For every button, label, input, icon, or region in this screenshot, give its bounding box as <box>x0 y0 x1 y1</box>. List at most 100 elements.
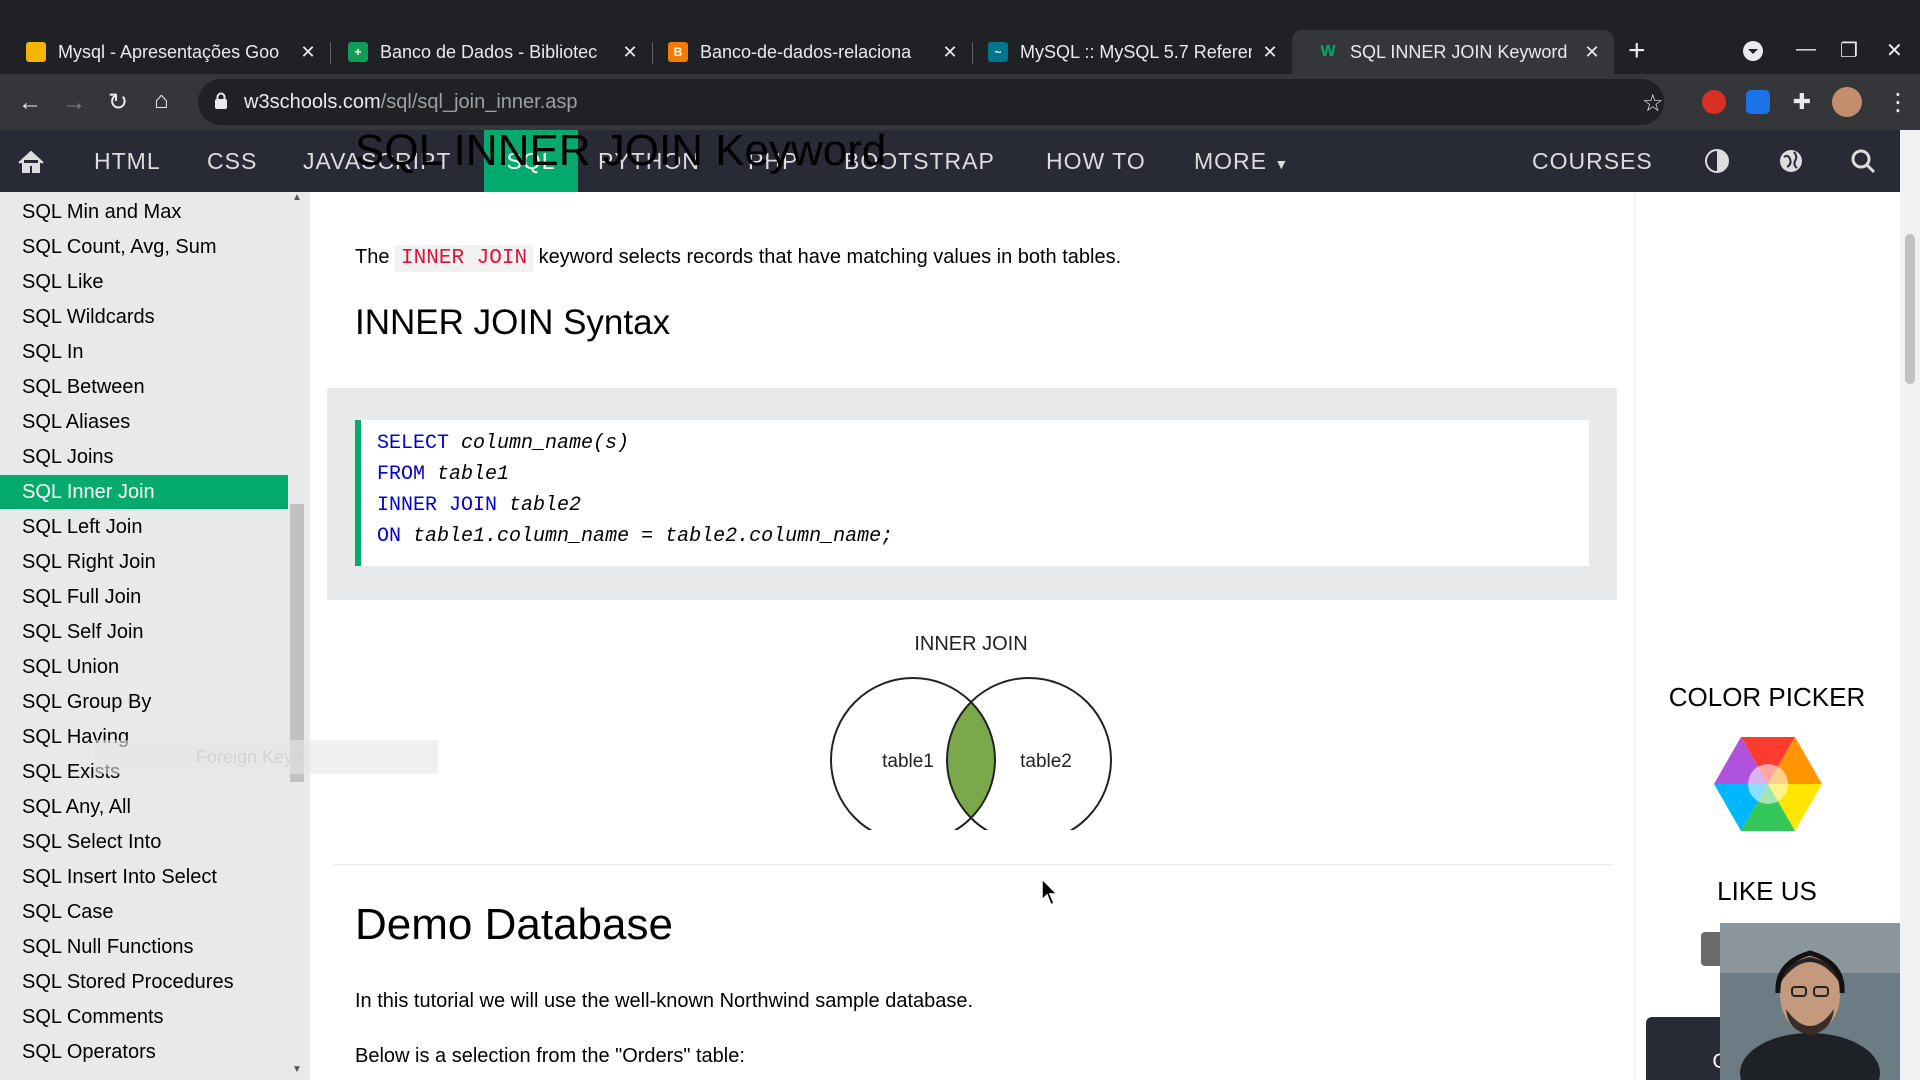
code-value: table1 <box>437 463 510 486</box>
sidebar-item[interactable]: SQL Case <box>0 895 288 929</box>
demo-database-heading: Demo Database <box>355 900 673 949</box>
blogger-favicon-icon: B <box>668 42 688 62</box>
divider <box>333 864 1613 865</box>
sidebar-item[interactable]: SQL Any, All <box>0 790 288 824</box>
puzzle-extensions-icon[interactable]: ✚ <box>1790 90 1814 114</box>
sidebar-item[interactable]: SQL Insert Into Select <box>0 860 288 894</box>
tab-3[interactable]: ~ MySQL :: MySQL 5.7 Referenc ✕ <box>962 30 1292 74</box>
color-picker-hexagon-icon[interactable] <box>1714 734 1822 834</box>
sidebar-item[interactable]: SQL Min and Max <box>0 195 288 229</box>
url-host: w3schools.com <box>244 91 381 113</box>
sidebar-item[interactable]: SQL Full Join <box>0 580 288 614</box>
web-page: HTML CSS JAVASCRIPT SQL PYTHON PHP BOOTS… <box>0 130 1920 1080</box>
tab-title: Mysql - Apresentações Goo <box>58 41 280 62</box>
url-path: /sql/sql_join_inner.asp <box>380 91 578 113</box>
inner-join-venn-diagram: INNER JOIN table1 table2 <box>830 633 1112 830</box>
webcam-overlay <box>1720 923 1900 1080</box>
sidebar-item[interactable]: SQL Between <box>0 370 288 404</box>
sidebar-item[interactable]: SQL Self Join <box>0 615 288 649</box>
syntax-heading: INNER JOIN Syntax <box>355 303 671 342</box>
reload-icon[interactable]: ↻ <box>108 90 128 116</box>
sidebar-item[interactable]: SQL Right Join <box>0 545 288 579</box>
sidebar-item[interactable]: SQL Wildcards <box>0 300 288 334</box>
slides-favicon-icon <box>26 42 46 62</box>
mysql-favicon-icon: ~ <box>988 42 1008 62</box>
sidebar-item[interactable]: SQL Group By <box>0 685 288 719</box>
sidebar-up-arrow-icon[interactable]: ▲ <box>292 192 302 203</box>
orders-paragraph: Below is a selection from the "Orders" t… <box>355 1045 745 1067</box>
close-icon[interactable]: ✕ <box>300 42 316 63</box>
demo-paragraph: In this tutorial we will use the well-kn… <box>355 990 974 1012</box>
bookmark-star-icon[interactable]: ☆ <box>1642 89 1664 118</box>
code-value: table1.column_name = table2.column_name; <box>413 525 894 548</box>
tab-title: Banco-de-dados-relaciona <box>700 41 912 62</box>
code-keyword: FROM <box>377 463 426 486</box>
code-line: ON table1.column_name = table2.column_na… <box>377 525 893 548</box>
code-keyword: ON <box>377 525 402 548</box>
inner-join-keyword: INNER JOIN <box>395 245 534 272</box>
home-icon[interactable]: ⌂ <box>154 88 169 114</box>
tab-active[interactable]: W SQL INNER JOIN Keyword ✕ <box>1292 30 1614 74</box>
sidebar-item[interactable]: SQL Joins <box>0 440 288 474</box>
person-webcam-image <box>1720 923 1900 1080</box>
tab-title: SQL INNER JOIN Keyword <box>1350 41 1568 62</box>
page-scrollbar-thumb[interactable] <box>1905 234 1915 384</box>
sidebar-item[interactable]: SQL Stored Procedures <box>0 965 288 999</box>
sidebar-item[interactable]: SQL Aliases <box>0 405 288 439</box>
w3schools-favicon-icon: W <box>1320 43 1336 60</box>
nav-overlay <box>0 130 1900 192</box>
code-line: FROM table1 <box>377 463 509 486</box>
lock-icon[interactable] <box>214 92 228 110</box>
code-line: INNER JOIN table2 <box>377 494 581 517</box>
sidebar-item[interactable]: SQL Count, Avg, Sum <box>0 230 288 264</box>
restore-icon[interactable]: ❐ <box>1840 38 1858 63</box>
kebab-menu-icon[interactable]: ⋮ <box>1886 90 1910 116</box>
color-picker-heading: COLOR PICKER <box>1668 682 1866 712</box>
extension-blue-icon[interactable] <box>1746 90 1770 114</box>
forward-arrow-icon[interactable]: → <box>62 90 86 116</box>
venn-right-label: table2 <box>1020 751 1072 772</box>
sidebar: ▲ SQL Min and Max SQL Count, Avg, Sum SQ… <box>0 192 310 1080</box>
new-tab-plus-icon[interactable]: + <box>1628 36 1646 66</box>
venn-title: INNER JOIN <box>914 633 1027 655</box>
sidebar-item[interactable]: SQL Left Join <box>0 510 288 544</box>
back-arrow-icon[interactable]: ← <box>18 90 42 116</box>
like-us-heading: LIKE US <box>1717 876 1817 906</box>
tab-strip: Mysql - Apresentações Goo ✕ + Banco de D… <box>0 0 1920 74</box>
sidebar-item[interactable]: SQL Null Functions <box>0 930 288 964</box>
tab-0[interactable]: Mysql - Apresentações Goo ✕ <box>0 30 330 74</box>
mouse-cursor-icon <box>1041 878 1059 907</box>
close-icon[interactable]: ✕ <box>1262 42 1278 63</box>
intro-paragraph: The INNER JOIN keyword selects records t… <box>355 245 1122 272</box>
avatar[interactable] <box>1832 87 1862 117</box>
tab-title: Banco de Dados - Bibliotec <box>380 41 598 62</box>
code-value: table2 <box>509 494 582 517</box>
sheets-favicon-icon: + <box>348 42 368 62</box>
tab-search-icon[interactable] <box>1742 40 1764 68</box>
close-window-icon[interactable]: ✕ <box>1886 38 1903 63</box>
sidebar-item[interactable]: SQL Union <box>0 650 288 684</box>
intro-pre: The <box>355 246 390 268</box>
sidebar-item[interactable]: SQL Operators <box>0 1035 288 1069</box>
sidebar-item-active[interactable]: SQL Inner Join <box>0 475 288 509</box>
intro-post: keyword selects records that have matchi… <box>538 246 1122 268</box>
sidebar-item[interactable]: SQL Comments <box>0 1000 288 1034</box>
close-icon[interactable]: ✕ <box>942 42 958 63</box>
tab-2[interactable]: B Banco-de-dados-relaciona ✕ <box>642 30 972 74</box>
sidebar-item[interactable]: SQL Like <box>0 265 288 299</box>
tab-1[interactable]: + Banco de Dados - Bibliotec ✕ <box>322 30 652 74</box>
code-keyword: INNER JOIN <box>377 494 498 517</box>
venn-left-label: table1 <box>882 751 934 772</box>
sidebar-item[interactable]: SQL In <box>0 335 288 369</box>
code-keyword: SELECT <box>377 432 450 455</box>
close-icon[interactable]: ✕ <box>622 42 638 63</box>
extension-red-icon[interactable] <box>1702 90 1726 114</box>
minimize-icon[interactable]: — <box>1796 38 1816 61</box>
code-line: SELECT column_name(s) <box>377 432 629 455</box>
close-icon[interactable]: ✕ <box>1584 42 1600 63</box>
code-value: column_name(s) <box>461 432 630 455</box>
url-text[interactable]: w3schools.com/sql/sql_join_inner.asp <box>244 91 578 114</box>
sidebar-down-arrow-icon[interactable]: ▼ <box>292 1064 302 1075</box>
drag-ghost-foreign-keys: Foreign Keys <box>94 740 438 774</box>
sidebar-item[interactable]: SQL Select Into <box>0 825 288 859</box>
